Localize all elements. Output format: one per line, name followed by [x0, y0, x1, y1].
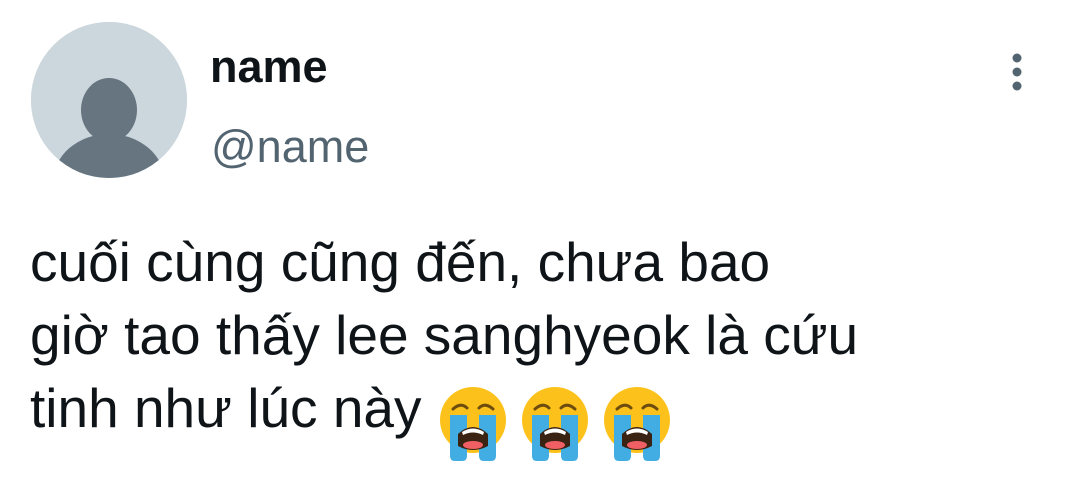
tweet-text-line: giờ tao thấy lee sanghyeok là cứu: [30, 304, 859, 366]
tweet-text: cuối cùng cũng đến, chưa bao giờ tao thấ…: [30, 226, 1075, 461]
loudly-crying-face-emoji: [516, 382, 594, 462]
author-display-name[interactable]: name: [210, 40, 328, 94]
tweet-card: name @name cuối cùng cũng đến, chưa bao …: [0, 0, 1080, 481]
tweet-text-line: tinh như lúc này: [30, 377, 422, 439]
more-vertical-icon: [1012, 53, 1022, 91]
loudly-crying-face-emoji: [434, 382, 512, 462]
tweet-text-line-last: tinh như lúc này: [30, 372, 1075, 461]
more-options-button[interactable]: [998, 48, 1036, 98]
default-profile-icon: [31, 22, 187, 178]
avatar[interactable]: [31, 22, 187, 178]
loudly-crying-face-emoji: [598, 382, 676, 462]
author-handle[interactable]: @name: [211, 120, 369, 174]
tweet-text-line: cuối cùng cũng đến, chưa bao: [30, 231, 771, 293]
emoji-group: [434, 382, 680, 462]
